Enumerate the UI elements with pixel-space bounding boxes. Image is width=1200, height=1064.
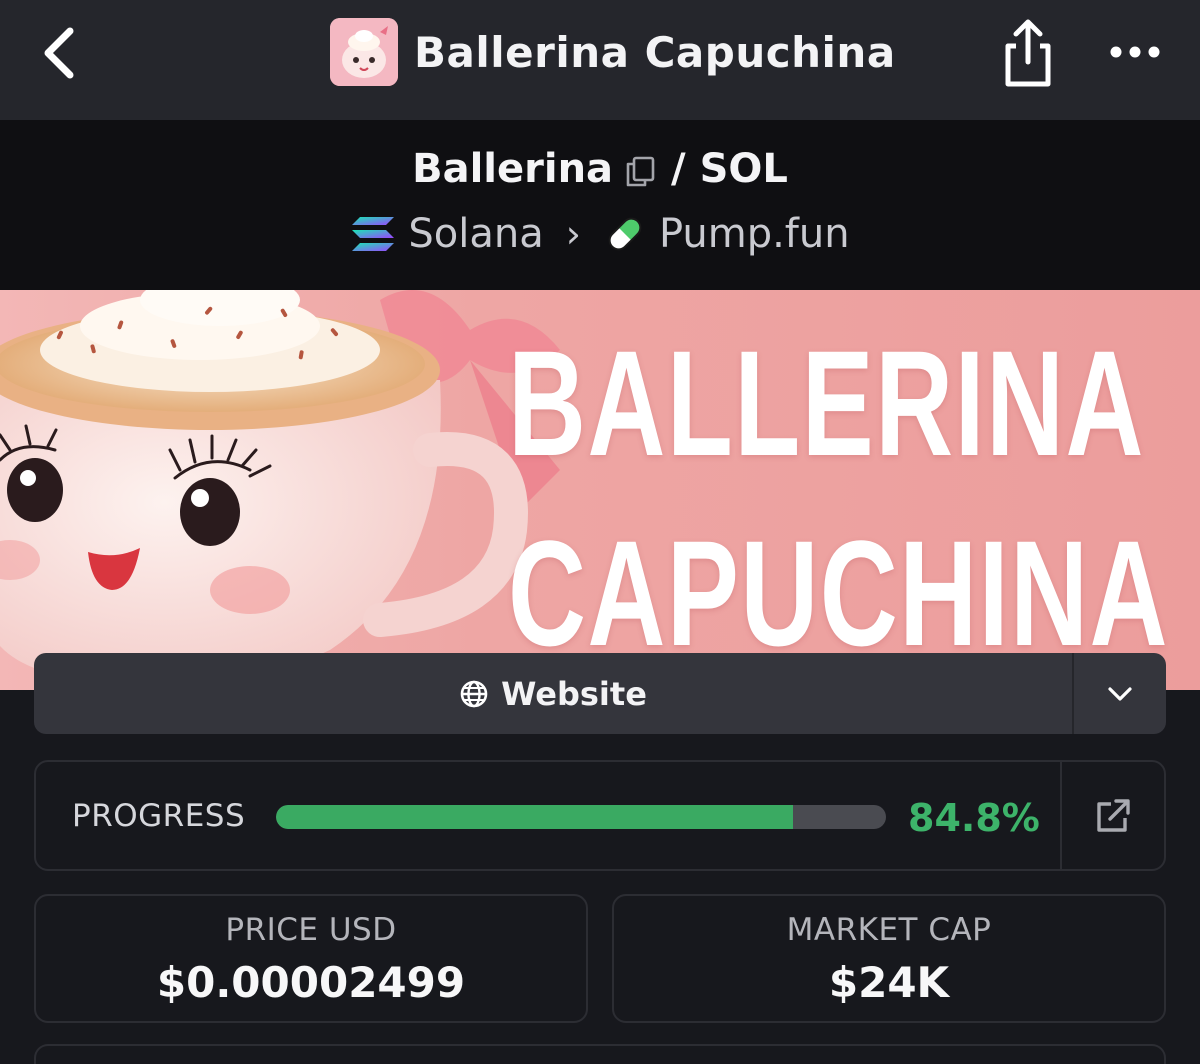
top-bar: Ballerina Capuchina [0,0,1200,120]
website-bar: Website [34,653,1166,734]
share-icon [1005,19,1051,87]
links-dropdown-button[interactable] [1074,653,1166,734]
market-cap-card: MARKET CAP $24K [612,894,1166,1023]
progress-bar-fill [276,805,794,829]
quote-token-symbol: / SOL [671,146,788,192]
open-external-button[interactable] [1062,762,1164,869]
token-banner-image: BALLERINA CAPUCHINA [0,290,1200,690]
price-usd-card: PRICE USD $0.00002499 [34,894,588,1023]
copy-icon[interactable] [623,152,657,187]
market-cap-value: $24K [828,958,950,1007]
cup-avatar-image [330,18,398,86]
share-button[interactable] [996,16,1060,90]
banner-title-line1: BALLERINA [508,319,1145,487]
globe-icon [460,680,488,707]
base-token-symbol: Ballerina [412,146,614,192]
platform-name[interactable]: Pump.fun [659,211,850,257]
price-usd-label: PRICE USD [225,912,397,948]
chevron-down-icon [1108,686,1132,701]
progress-bar [276,805,886,829]
back-button[interactable] [30,20,86,86]
solana-icon [352,217,395,251]
website-button[interactable]: Website [34,653,1072,734]
chain-name[interactable]: Solana [408,211,543,257]
progress-percentage: 84.8% [908,796,1040,840]
bonding-progress-card: PROGRESS 84.8% [34,760,1166,871]
external-link-icon [1097,798,1130,832]
pill-icon [608,217,642,251]
page-title: Ballerina Capuchina [414,27,896,77]
more-horizontal-icon [1110,46,1160,58]
price-usd-value: $0.00002499 [156,958,466,1007]
progress-label: PROGRESS [72,798,246,834]
chain-breadcrumb: Solana › Pump.fun [0,206,1200,262]
more-options-button[interactable] [1104,26,1166,78]
next-stats-row [34,1044,1166,1064]
pair-heading: Ballerina / SOL [0,146,1200,192]
token-avatar [330,18,398,86]
token-title: Ballerina Capuchina [330,18,896,86]
banner-title-line2: CAPUCHINA [508,509,1169,677]
website-label: Website [501,674,647,713]
market-cap-label: MARKET CAP [786,912,992,948]
chevron-left-icon [44,27,74,79]
chevron-right-icon: › [565,212,581,256]
